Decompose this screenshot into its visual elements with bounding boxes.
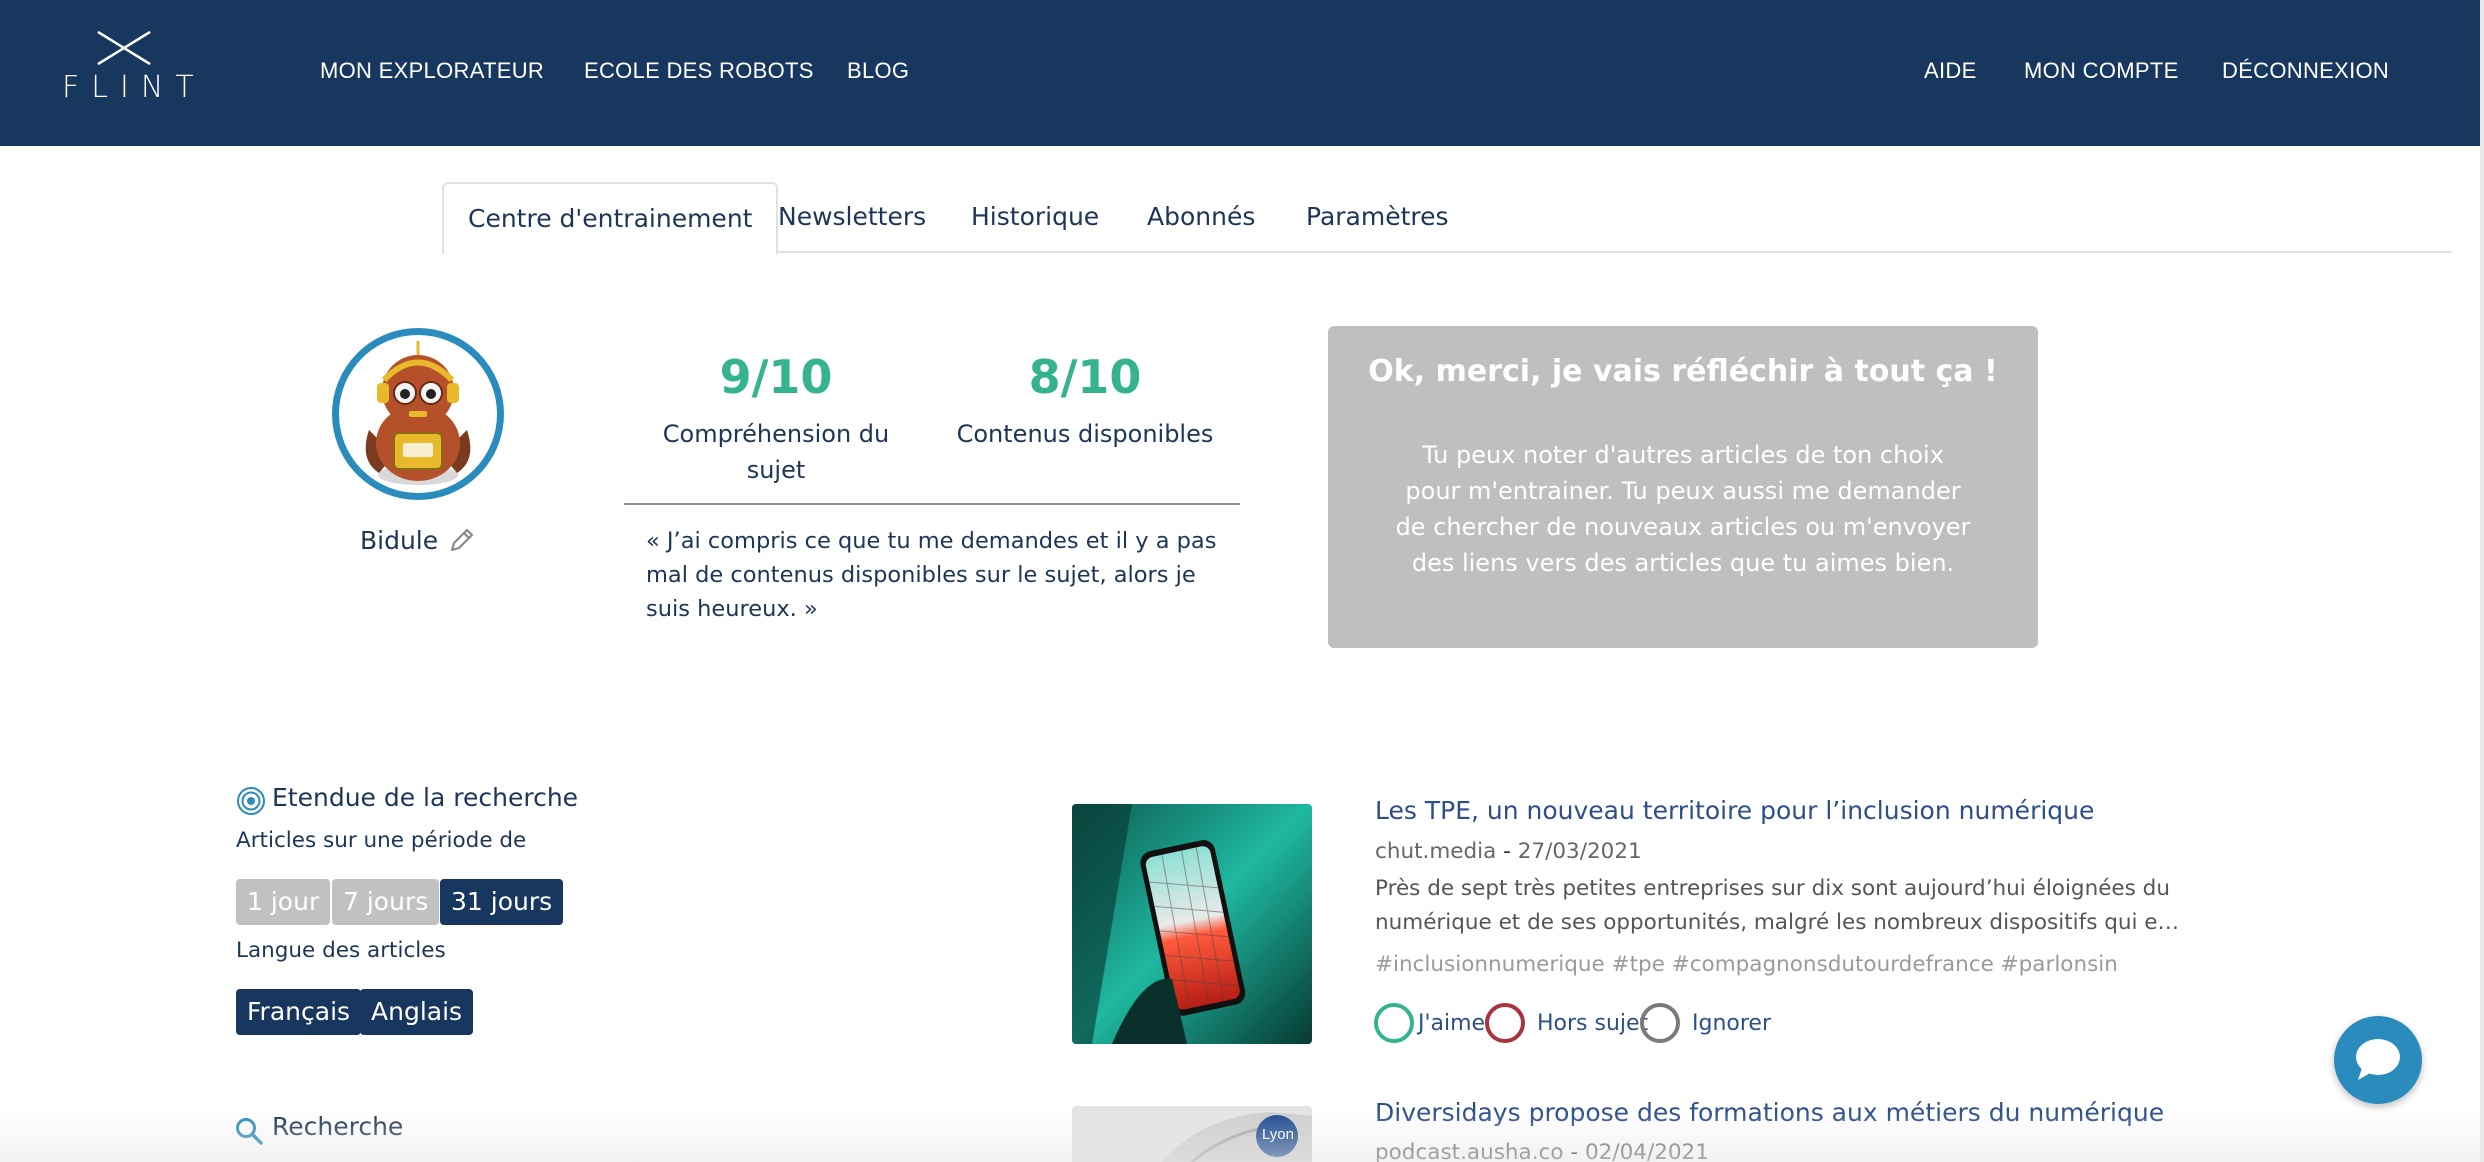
like-button[interactable]: J'aime (1374, 1002, 1485, 1044)
smartphone-image (1072, 804, 1312, 1044)
tab-newsletters[interactable]: Newsletters (754, 182, 950, 253)
robot-quote: « J’ai compris ce que tu me demandes et … (646, 528, 1217, 622)
period-1-jour-button[interactable]: 1 jour (236, 879, 331, 925)
robot-message-body: Tu peux noter d'autres articles de ton c… (1395, 441, 1971, 577)
article-1-tags[interactable]: #inclusionnumerique #tpe #compagnonsduto… (1375, 952, 2118, 977)
robot-icon (365, 341, 471, 485)
score-contenus: 8/10 Contenus disponibles (955, 350, 1215, 452)
logo-text: FLINT (62, 70, 206, 105)
article-1-description: Près de sept très petites entreprises su… (1375, 876, 2180, 935)
robot-avatar (332, 328, 504, 500)
article-1-source: chut.media (1375, 839, 1497, 864)
nav-blog[interactable]: BLOG (847, 58, 909, 84)
nav-mon-explorateur[interactable]: MON EXPLORATEUR (320, 58, 544, 84)
period-7-jours-button[interactable]: 7 jours (332, 879, 440, 925)
score-comprehension-value: 9/10 (719, 350, 833, 404)
language-label: Langue des articles (236, 938, 446, 963)
target-icon (237, 787, 265, 815)
tab-historique[interactable]: Historique (947, 182, 1123, 253)
article-1-meta: chut.media - 27/03/2021 (1375, 839, 1642, 864)
like-ring-icon (1374, 1003, 1414, 1043)
logo-x-icon (97, 30, 151, 66)
tab-parametres[interactable]: Paramètres (1282, 182, 1473, 253)
search-title: Recherche (272, 1112, 404, 1141)
flint-logo[interactable]: FLINT (62, 30, 206, 110)
scores-divider (624, 503, 1240, 505)
ignore-button[interactable]: Ignorer (1640, 1002, 1771, 1044)
tab-bar: Centre d'entrainement Newsletters Histor… (442, 182, 2452, 255)
period-label: Articles sur une période de (236, 828, 527, 853)
robot-name: Bidule (360, 526, 439, 555)
search-icon (236, 1118, 263, 1145)
article-1-thumbnail[interactable] (1072, 804, 1312, 1044)
score-comprehension: 9/10 Compréhension du sujet (646, 350, 906, 488)
article-2-date: 02/04/2021 (1584, 1140, 1709, 1162)
pencil-icon[interactable] (448, 526, 476, 554)
window-edge (2480, 0, 2484, 1162)
article-1-title[interactable]: Les TPE, un nouveau territoire pour l’in… (1375, 796, 2094, 825)
chat-button[interactable] (2334, 1016, 2422, 1104)
article-2-meta: podcast.ausha.co - 02/04/2021 (1375, 1140, 1709, 1162)
article-2-source: podcast.ausha.co (1375, 1140, 1564, 1162)
score-contenus-label: Contenus disponibles (956, 420, 1214, 448)
language-anglais-button[interactable]: Anglais (360, 989, 474, 1035)
period-31-jours-button[interactable]: 31 jours (440, 879, 564, 925)
nav-ecole-des-robots[interactable]: ECOLE DES ROBOTS (584, 58, 814, 84)
top-navbar: FLINT MON EXPLORATEUR ECOLE DES ROBOTS B… (0, 0, 2480, 146)
like-label: J'aime (1418, 1010, 1486, 1036)
language-francais-button[interactable]: Français (236, 989, 362, 1035)
nav-deconnexion[interactable]: DÉCONNEXION (2222, 58, 2389, 84)
tab-centre-entrainement[interactable]: Centre d'entrainement (442, 182, 779, 255)
score-comprehension-label: Compréhension du sujet (662, 420, 890, 484)
article-2-badge: Lyon (1262, 1126, 1294, 1143)
nav-aide[interactable]: AIDE (1924, 58, 1977, 84)
article-2-title[interactable]: Diversidays propose des formations aux m… (1375, 1098, 2164, 1127)
chat-bubble-icon (2356, 1039, 2400, 1080)
article-1-date: 27/03/2021 (1517, 839, 1642, 864)
robot-message-title: Ok, merci, je vais réfléchir à tout ça ! (1368, 354, 1998, 389)
tab-abonnes[interactable]: Abonnés (1123, 182, 1279, 253)
ignore-ring-icon (1640, 1003, 1680, 1043)
scope-title: Etendue de la recherche (272, 783, 579, 812)
off-topic-button[interactable]: Hors sujet (1485, 1002, 1648, 1044)
score-contenus-value: 8/10 (1028, 350, 1142, 404)
nav-mon-compte[interactable]: MON COMPTE (2024, 58, 2179, 84)
ignore-label: Ignorer (1692, 1010, 1771, 1036)
off-topic-ring-icon (1485, 1003, 1525, 1043)
article-2-thumbnail[interactable]: Lyon (1072, 1106, 1312, 1162)
robot-message-box: Ok, merci, je vais réfléchir à tout ça !… (1328, 326, 2038, 648)
off-topic-label: Hors sujet (1537, 1010, 1649, 1036)
